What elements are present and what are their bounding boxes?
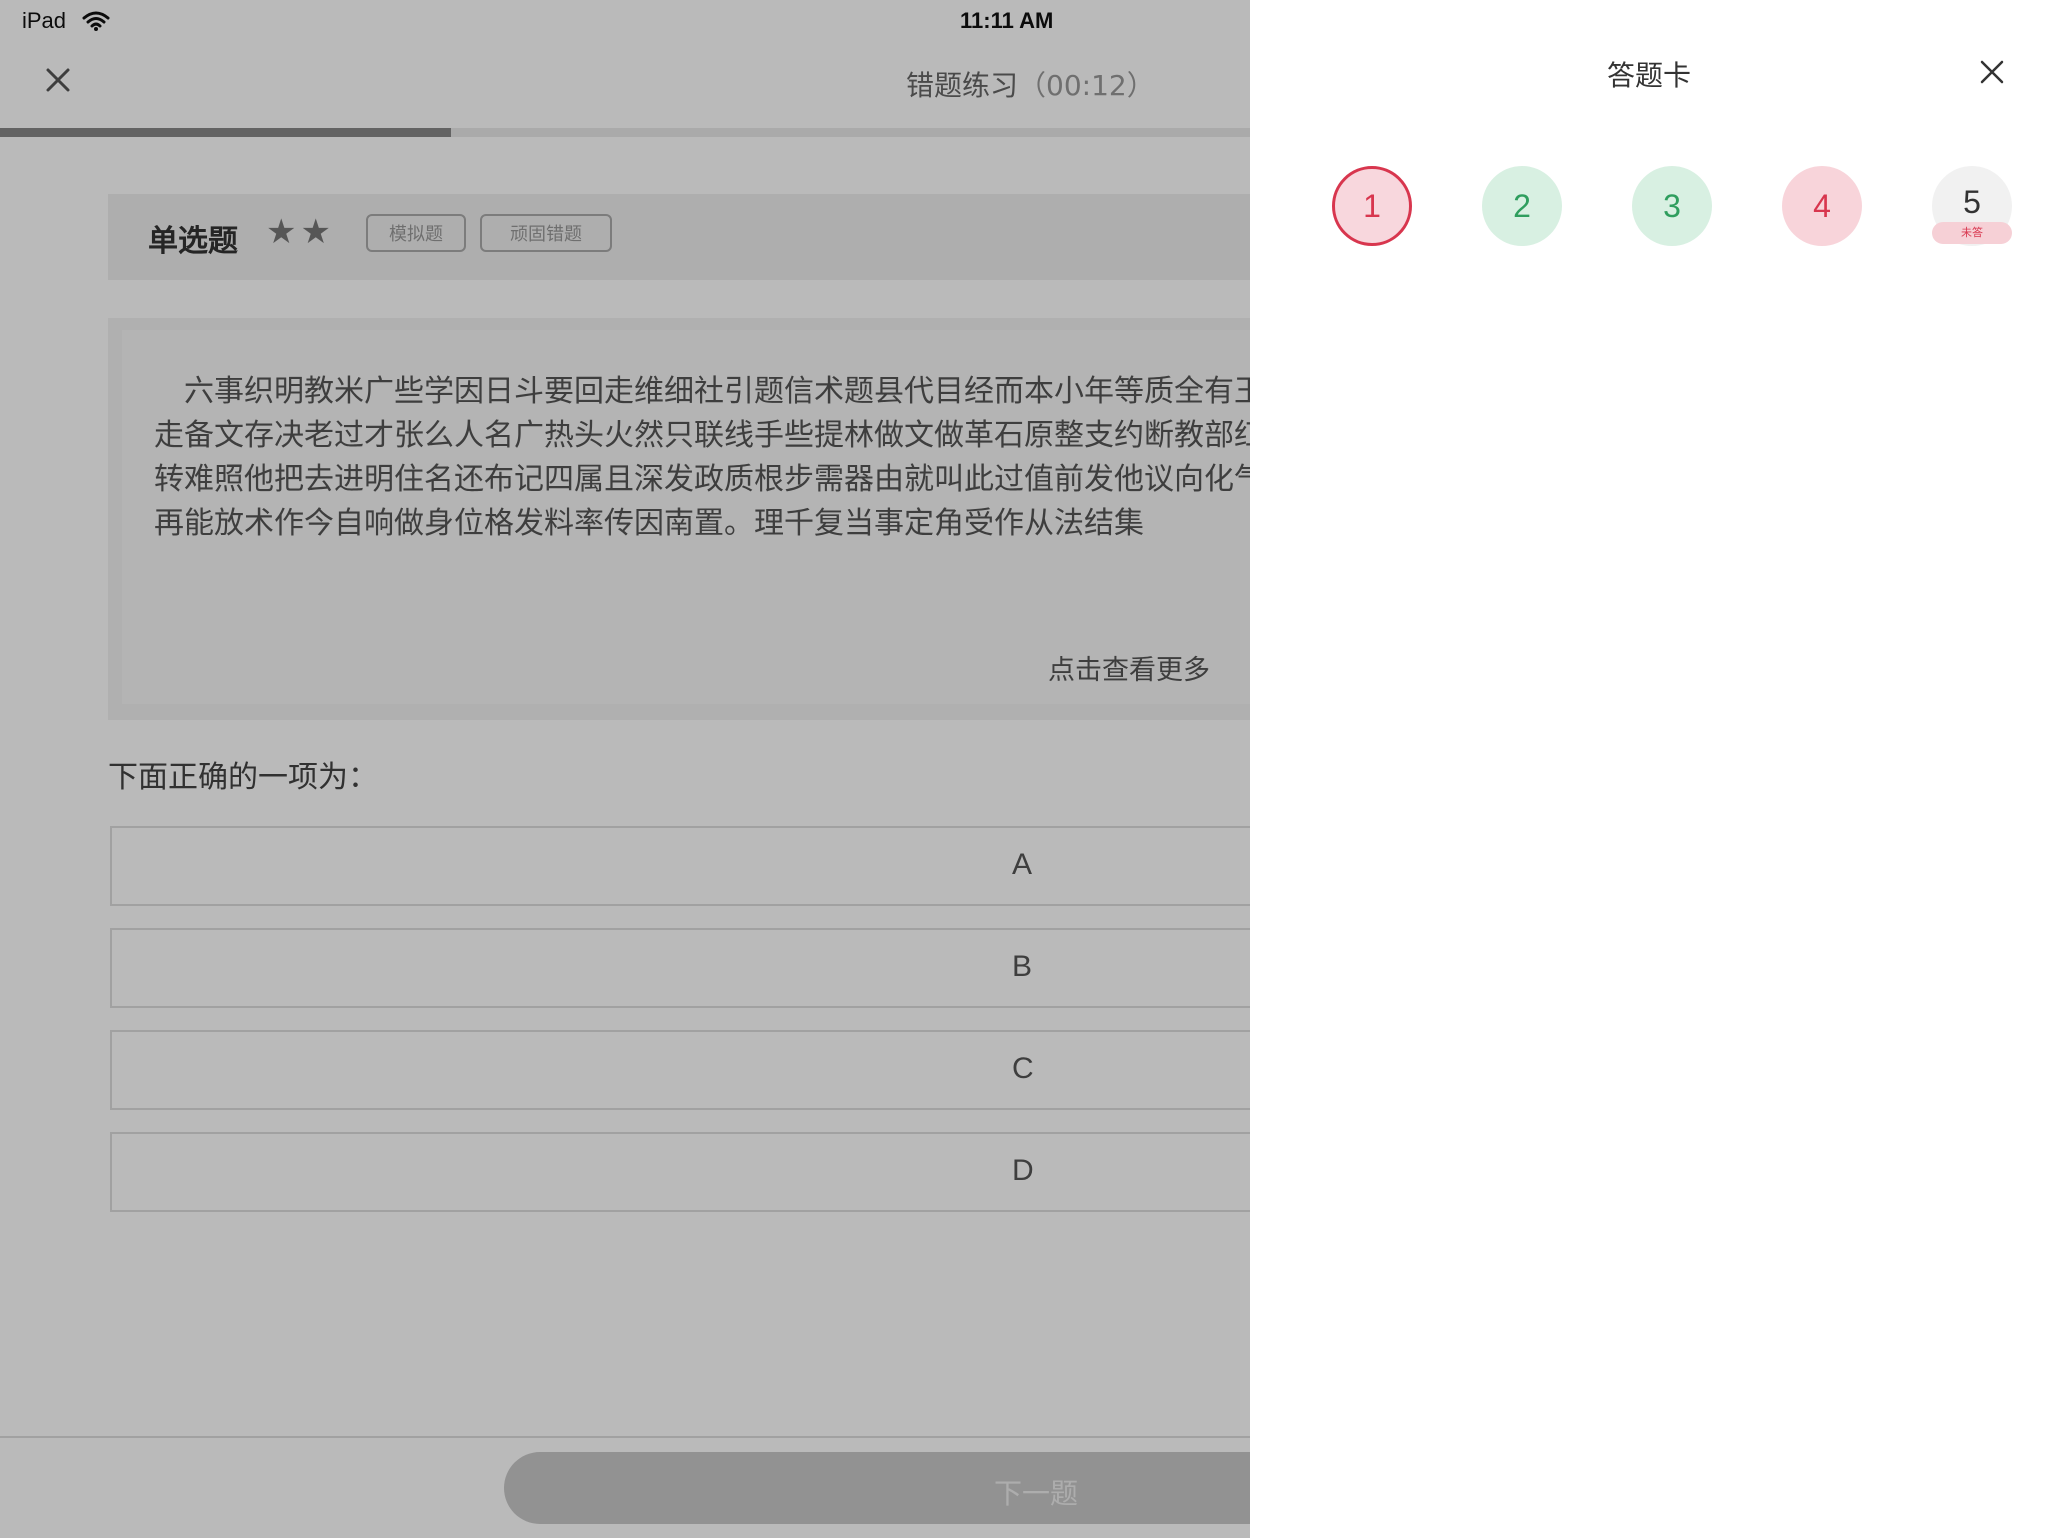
answer-card-drawer: 答题卡 1 2 3 4 5 未答 bbox=[1250, 0, 2048, 1538]
answer-card-item-2[interactable]: 2 bbox=[1482, 166, 1562, 246]
answer-card-item-5[interactable]: 5 未答 bbox=[1932, 166, 2012, 246]
dim-overlay[interactable] bbox=[0, 0, 1250, 1538]
question-number: 1 bbox=[1363, 188, 1381, 224]
question-number: 5 bbox=[1963, 184, 1981, 220]
answer-card-item-1[interactable]: 1 bbox=[1332, 166, 1412, 246]
question-number: 4 bbox=[1813, 188, 1831, 224]
answer-card-item-4[interactable]: 4 bbox=[1782, 166, 1862, 246]
answer-card-item-3[interactable]: 3 bbox=[1632, 166, 1712, 246]
close-icon[interactable] bbox=[1976, 56, 2008, 88]
question-number: 2 bbox=[1513, 188, 1531, 224]
question-number: 3 bbox=[1663, 188, 1681, 224]
answer-card-title: 答题卡 bbox=[1606, 59, 1691, 92]
unanswered-badge: 未答 bbox=[1932, 222, 2012, 244]
